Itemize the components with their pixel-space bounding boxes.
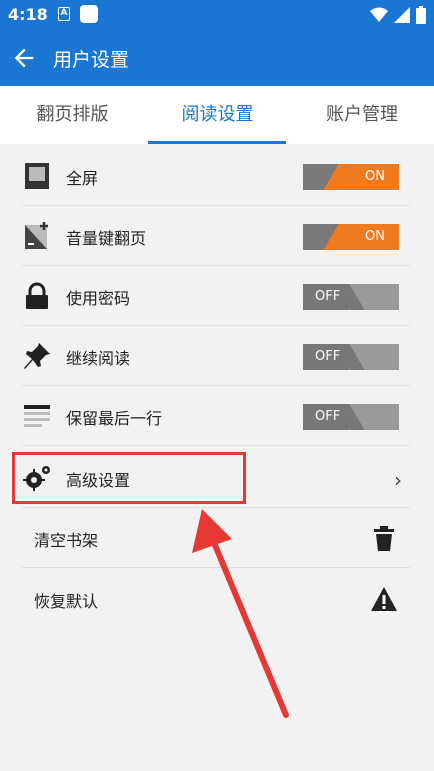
setting-label: 使用密码 — [66, 289, 131, 308]
chevron-right-icon: › — [394, 468, 402, 492]
password-toggle[interactable]: OFF — [303, 284, 399, 310]
setting-row-keep-last-line[interactable]: 保留最后一行 OFF — [22, 386, 410, 446]
toggle-state: OFF — [315, 349, 341, 364]
tab-indicator — [148, 141, 286, 144]
fullscreen-toggle[interactable]: ON — [303, 164, 399, 190]
setting-row-volume-page[interactable]: 音量键翻页 ON — [22, 206, 410, 266]
battery-icon — [416, 6, 426, 24]
setting-label: 保留最后一行 — [66, 409, 163, 428]
notification-a-icon: A — [58, 7, 70, 21]
setting-row-password[interactable]: 使用密码 OFF — [22, 266, 410, 326]
signal-icon — [394, 7, 410, 23]
setting-label: 音量键翻页 — [66, 229, 147, 248]
keep-last-line-toggle[interactable]: OFF — [303, 404, 399, 430]
volume-page-toggle[interactable]: ON — [303, 224, 399, 250]
trash-icon[interactable] — [370, 524, 398, 552]
tab-account-management[interactable]: 账户管理 — [290, 86, 434, 144]
app-bar: 用户设置 — [0, 30, 434, 86]
status-icons — [370, 6, 426, 24]
status-bar: 4:18 A — [0, 0, 434, 30]
toggle-state: ON — [365, 229, 385, 244]
pin-icon — [24, 343, 50, 369]
action-label: 清空书架 — [34, 531, 99, 550]
setting-label: 继续阅读 — [66, 349, 131, 368]
notification-app-icon — [80, 5, 98, 23]
warning-icon[interactable] — [370, 585, 398, 613]
volume-page-icon — [25, 222, 48, 249]
status-time: 4:18 — [8, 5, 48, 24]
fullscreen-icon — [25, 163, 49, 189]
page-title: 用户设置 — [53, 49, 130, 71]
action-label: 恢复默认 — [34, 592, 99, 611]
tab-bar: 翻页排版 阅读设置 账户管理 — [0, 86, 434, 144]
wifi-icon — [370, 7, 388, 22]
tab-page-layout[interactable]: 翻页排版 — [0, 86, 145, 144]
annotation-highlight-box — [12, 452, 246, 504]
setting-row-continue-reading[interactable]: 继续阅读 OFF — [22, 326, 410, 386]
toggle-state: OFF — [315, 409, 341, 424]
annotation-arrow — [192, 509, 289, 718]
tab-reading-settings[interactable]: 阅读设置 — [145, 86, 290, 144]
setting-row-fullscreen[interactable]: 全屏 ON — [22, 146, 410, 206]
lock-icon — [26, 282, 48, 309]
toggle-state: ON — [365, 169, 385, 184]
setting-label: 全屏 — [66, 169, 99, 188]
lines-icon — [24, 405, 50, 427]
continue-reading-toggle[interactable]: OFF — [303, 344, 399, 370]
toggle-state: OFF — [315, 289, 341, 304]
back-arrow-icon[interactable] — [10, 44, 38, 72]
